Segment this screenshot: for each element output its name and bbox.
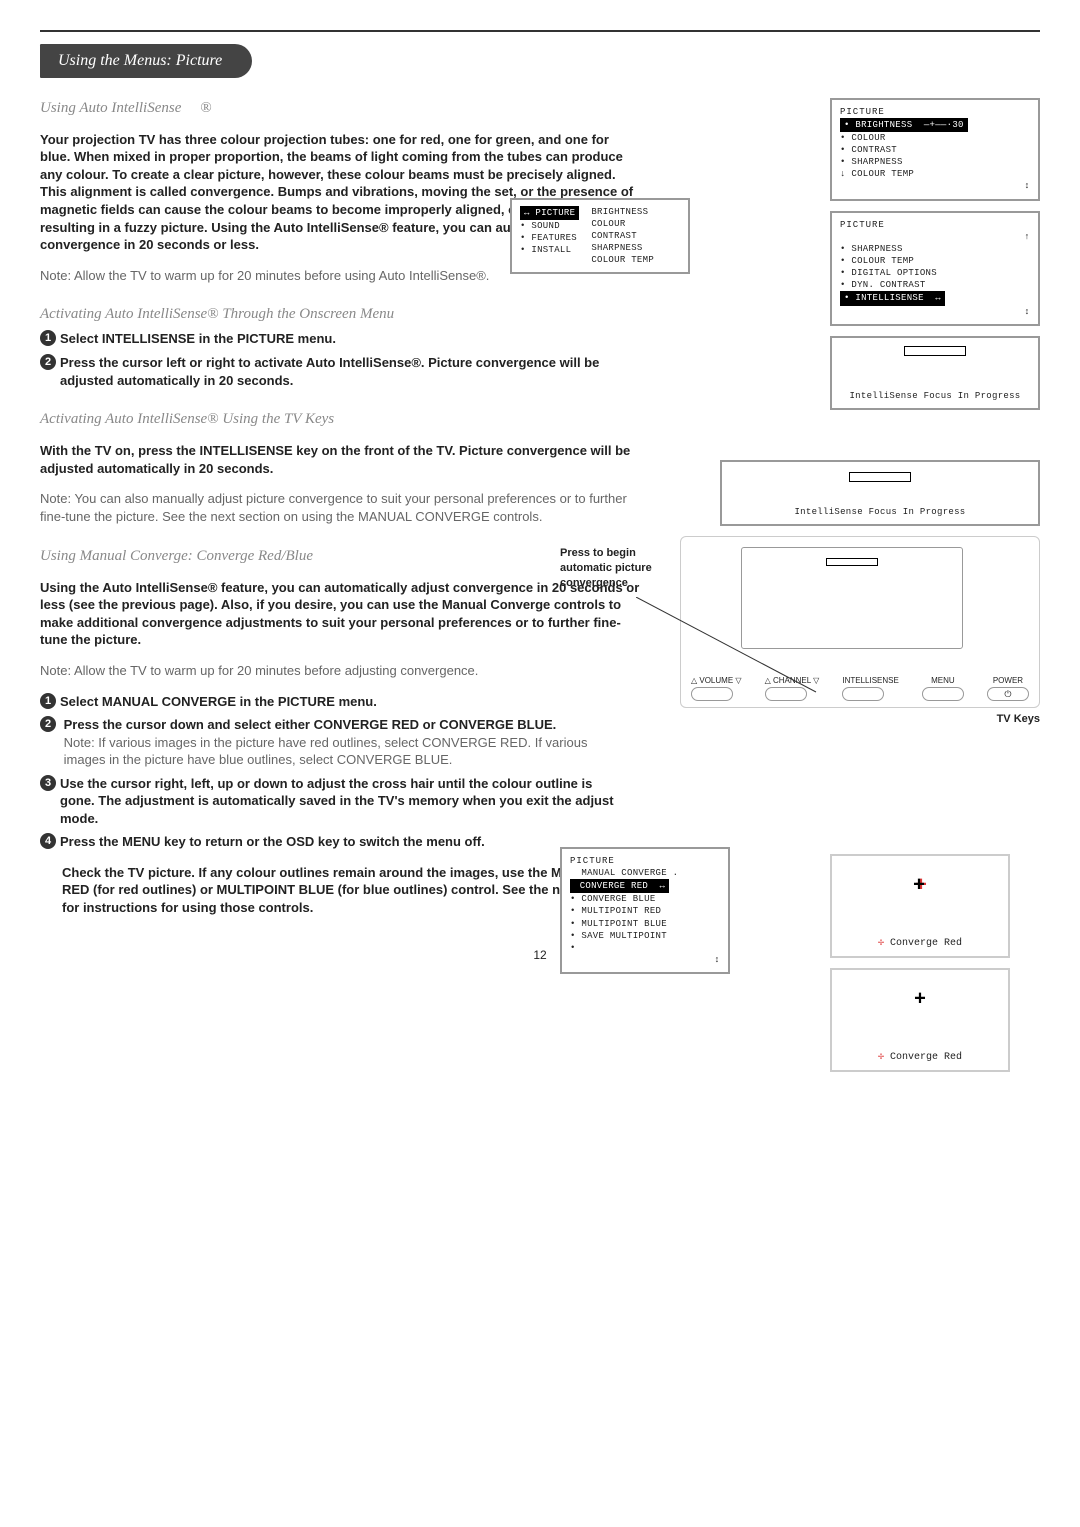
tvkeys-note: Note: You can also manually adjust pictu… <box>40 490 640 525</box>
osd-item: COLOUR <box>591 218 654 230</box>
annotation-press-to-begin: Press to begin automatic picture converg… <box>560 546 670 591</box>
osd-item: COLOUR TEMP <box>851 256 914 266</box>
osd-manual-converge: PICTURE MANUAL CONVERGE . CONVERGE RED ↔… <box>560 847 730 974</box>
osd-brightness-label: BRIGHTNESS <box>855 120 912 130</box>
osd-item: FEATURES <box>531 233 577 243</box>
manual-step-2b: Note: If various images in the picture h… <box>64 735 588 768</box>
step-number-icon: 3 <box>40 775 56 791</box>
osd-item-selected: CONVERGE RED <box>580 881 648 891</box>
osd-title: PICTURE <box>570 855 720 867</box>
step-number-icon: 4 <box>40 833 56 849</box>
osd-item: SAVE MULTIPOINT <box>581 931 667 941</box>
osd-item: SHARPNESS <box>591 242 654 254</box>
step-number-icon: 1 <box>40 693 56 709</box>
step-number-icon: 2 <box>40 354 56 370</box>
osd-item: SOUND <box>531 221 560 231</box>
osd-item: CONTRAST <box>591 230 654 242</box>
osd-item: MANUAL CONVERGE . <box>581 868 678 878</box>
osd-item: SHARPNESS <box>851 244 902 254</box>
progress-text: IntelliSense Focus In Progress <box>840 390 1030 402</box>
osd-item-selected: INTELLISENSE <box>855 293 923 303</box>
osd-item: COLOUR TEMP <box>851 169 914 179</box>
tv-key-power[interactable]: POWER <box>987 676 1029 687</box>
subhead-manual-converge: Using Manual Converge: Converge Red/Blue <box>40 546 640 566</box>
osd-main-sel: PICTURE <box>535 208 575 218</box>
osd-item: SHARPNESS <box>851 157 902 167</box>
step-2-text: Press the cursor left or right to activa… <box>60 354 620 389</box>
manual-step-1: Select MANUAL CONVERGE in the PICTURE me… <box>60 693 620 711</box>
osd-progress-1: IntelliSense Focus In Progress <box>830 336 1040 410</box>
osd-item: DYN. CONTRAST <box>851 280 925 290</box>
osd-picture-brightness: PICTURE • BRIGHTNESS —+——·30 • COLOUR • … <box>830 98 1040 201</box>
osd-item: CONVERGE BLUE <box>581 894 655 904</box>
manual-step-2a: Press the cursor down and select either … <box>64 717 557 732</box>
converge-red-preview-1: ++ ✢ Converge Red <box>830 854 1010 958</box>
tv-keys-caption: TV Keys <box>680 712 1040 727</box>
osd-item: CONTRAST <box>851 145 897 155</box>
converge-red-preview-2: + ✢ Converge Red <box>830 968 1010 1072</box>
section-tab: Using the Menus: Picture <box>40 44 252 78</box>
tv-key-intellisense[interactable]: INTELLISENSE <box>842 676 898 687</box>
tv-key-menu[interactable]: MENU <box>922 676 964 687</box>
subhead-using-auto: Using Auto IntelliSense ® <box>40 98 640 118</box>
osd-item: MULTIPOINT RED <box>581 906 661 916</box>
right-graphics-column: PICTURE • BRIGHTNESS —+——·30 • COLOUR • … <box>680 98 1040 1083</box>
step-number-icon: 1 <box>40 330 56 346</box>
manual-step-4: Press the MENU key to return or the OSD … <box>60 833 620 851</box>
arrow-line-icon <box>636 597 836 707</box>
manual-step-3: Use the cursor right, left, up or down t… <box>60 775 620 828</box>
step-1-text: Select INTELLISENSE in the PICTURE menu. <box>60 330 620 348</box>
osd-item: MULTIPOINT BLUE <box>581 919 667 929</box>
osd-picture-intellisense: PICTURE ↑ • SHARPNESS • COLOUR TEMP • DI… <box>830 211 1040 326</box>
manual-tail: Check the TV picture. If any colour outl… <box>62 864 640 917</box>
manual-note: Note: Allow the TV to warm up for 20 min… <box>40 662 640 680</box>
osd-item: DIGITAL OPTIONS <box>851 268 937 278</box>
manual-bold: Using the Auto IntelliSense® feature, yo… <box>40 579 640 649</box>
osd-item: INSTALL <box>531 245 571 255</box>
osd-title: PICTURE <box>840 106 1030 118</box>
osd-title: PICTURE <box>840 219 1030 231</box>
subhead-activating-menu: Activating Auto IntelliSense® Through th… <box>40 304 640 324</box>
step-number-icon: 2 <box>40 716 56 732</box>
osd-item: BRIGHTNESS <box>591 206 654 218</box>
osd-item: COLOUR <box>851 133 885 143</box>
progress-text: IntelliSense Focus In Progress <box>730 506 1030 518</box>
subhead-activating-keys: Activating Auto IntelliSense® Using the … <box>40 409 640 429</box>
osd-main-menu: ↔ PICTURE • SOUND • FEATURES • INSTALL B… <box>510 198 690 275</box>
osd-progress-2: IntelliSense Focus In Progress <box>720 460 1040 526</box>
converge-caption: Converge Red <box>890 938 962 949</box>
osd-brightness-value: 30 <box>952 120 963 130</box>
osd-item: COLOUR TEMP <box>591 254 654 266</box>
tv-front-panel: △ VOLUME ▽ △ CHANNEL ▽ INTELLISENSE MENU <box>680 536 1040 708</box>
converge-caption: Converge Red <box>890 1052 962 1063</box>
tvkeys-bold: With the TV on, press the INTELLISENSE k… <box>40 442 640 477</box>
